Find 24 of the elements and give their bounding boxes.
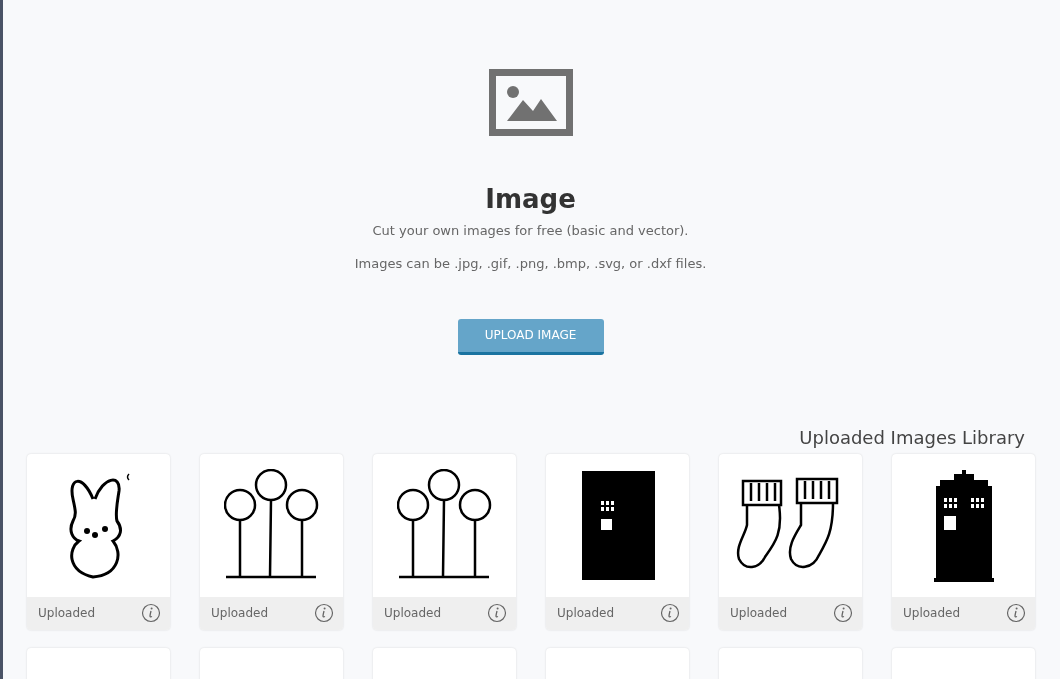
info-icon[interactable] [660,603,680,624]
status-label: Uploaded [730,605,788,623]
info-icon[interactable] [1006,603,1026,624]
info-icon[interactable] [141,603,161,624]
info-icon[interactable] [314,603,334,624]
image-card[interactable]: Uploaded [373,453,516,630]
info-icon[interactable] [833,603,853,624]
image-card[interactable]: Uploaded [892,453,1035,630]
library-title: Uploaded Images Library [799,426,1025,448]
page-title: Image [485,184,576,216]
info-icon[interactable] [487,603,507,624]
description-text: Cut your own images for free (basic and vector). [372,223,689,241]
image-card[interactable]: Uploaded [200,453,343,630]
status-label: Uploaded [384,605,442,623]
status-label: Uploaded [903,605,961,623]
image-card[interactable]: Uploaded [27,453,170,630]
status-label: Uploaded [38,605,96,623]
status-label: Uploaded [211,605,269,623]
image-icon [488,69,573,136]
description-text: Images can be .jpg, .gif, .png, .bmp, .svg, or .dxf files. [354,256,707,273]
image-card[interactable]: Uploaded [719,453,862,630]
status-label: Uploaded [557,605,615,623]
upload-image-button[interactable]: UPLOAD IMAGE [457,318,604,355]
image-card[interactable]: Uploaded [546,453,689,630]
